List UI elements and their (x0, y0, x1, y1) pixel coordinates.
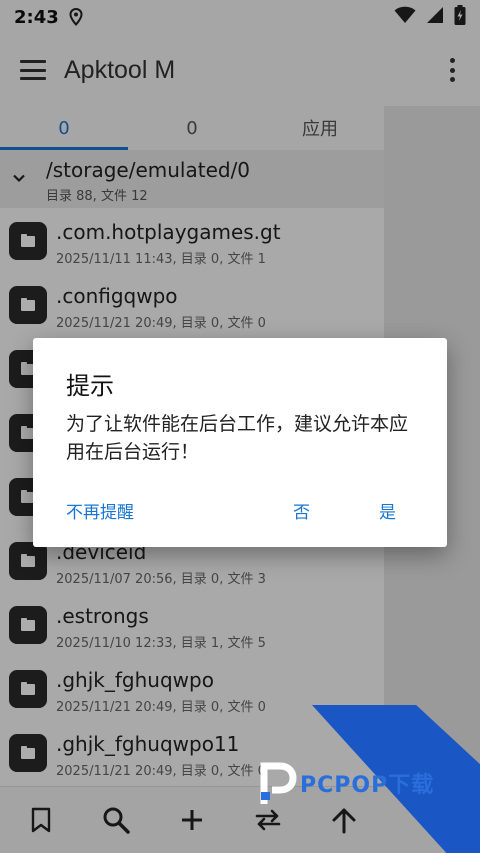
watermark-logo: PCPOP下载 (258, 760, 434, 806)
never-remind-button[interactable]: 不再提醒 (66, 498, 134, 523)
watermark-p-icon (258, 760, 298, 806)
watermark-text: PCPOP下载 (300, 773, 435, 798)
yes-button[interactable]: 是 (379, 498, 396, 523)
dialog-title: 提示 (66, 372, 114, 400)
background-run-dialog: 提示 为了让软件能在后台工作，建议允许本应用在后台运行！ 不再提醒 否 是 (33, 338, 447, 547)
no-button[interactable]: 否 (293, 498, 310, 523)
dialog-message: 为了让软件能在后台工作，建议允许本应用在后台运行！ (66, 413, 409, 463)
